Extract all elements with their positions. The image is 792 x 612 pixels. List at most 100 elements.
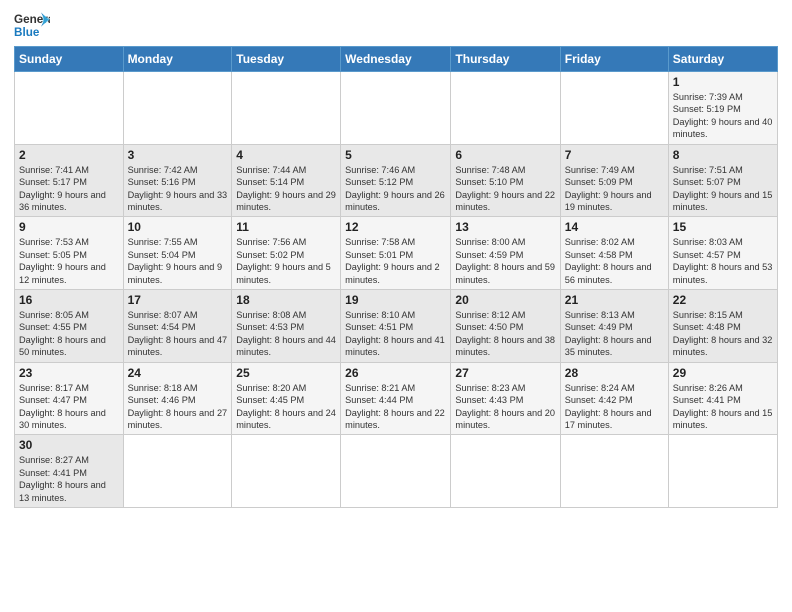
day-cell: 21 Sunrise: 8:13 AM Sunset: 4:49 PM Dayli… <box>560 290 668 363</box>
day-cell: 26 Sunrise: 8:21 AM Sunset: 4:44 PM Dayli… <box>341 362 451 435</box>
day-info: Sunrise: 8:00 AM Sunset: 4:59 PM Dayligh… <box>455 236 555 286</box>
day-info: Sunrise: 7:42 AM Sunset: 5:16 PM Dayligh… <box>128 164 228 214</box>
day-number: 9 <box>19 220 119 234</box>
day-number: 20 <box>455 293 555 307</box>
day-cell <box>451 435 560 508</box>
day-number: 25 <box>236 366 336 380</box>
day-info: Sunrise: 8:18 AM Sunset: 4:46 PM Dayligh… <box>128 382 228 432</box>
day-number: 29 <box>673 366 773 380</box>
day-number: 11 <box>236 220 336 234</box>
day-cell <box>560 72 668 145</box>
day-info: Sunrise: 7:46 AM Sunset: 5:12 PM Dayligh… <box>345 164 446 214</box>
weekday-header-monday: Monday <box>123 47 232 72</box>
day-cell: 13 Sunrise: 8:00 AM Sunset: 4:59 PM Dayli… <box>451 217 560 290</box>
day-info: Sunrise: 7:58 AM Sunset: 5:01 PM Dayligh… <box>345 236 446 286</box>
day-number: 6 <box>455 148 555 162</box>
day-cell <box>560 435 668 508</box>
day-cell <box>668 435 777 508</box>
day-number: 30 <box>19 438 119 452</box>
day-number: 17 <box>128 293 228 307</box>
day-cell <box>451 72 560 145</box>
day-number: 18 <box>236 293 336 307</box>
day-info: Sunrise: 7:39 AM Sunset: 5:19 PM Dayligh… <box>673 91 773 141</box>
logo: General Blue <box>14 10 50 40</box>
week-row-5: 30 Sunrise: 8:27 AM Sunset: 4:41 PM Dayli… <box>15 435 778 508</box>
day-cell <box>123 72 232 145</box>
weekday-header-thursday: Thursday <box>451 47 560 72</box>
day-number: 24 <box>128 366 228 380</box>
day-info: Sunrise: 7:44 AM Sunset: 5:14 PM Dayligh… <box>236 164 336 214</box>
day-cell: 14 Sunrise: 8:02 AM Sunset: 4:58 PM Dayli… <box>560 217 668 290</box>
day-number: 26 <box>345 366 446 380</box>
weekday-header-tuesday: Tuesday <box>232 47 341 72</box>
day-info: Sunrise: 8:21 AM Sunset: 4:44 PM Dayligh… <box>345 382 446 432</box>
week-row-0: 1 Sunrise: 7:39 AM Sunset: 5:19 PM Daylig… <box>15 72 778 145</box>
weekday-header-saturday: Saturday <box>668 47 777 72</box>
day-number: 15 <box>673 220 773 234</box>
day-info: Sunrise: 7:51 AM Sunset: 5:07 PM Dayligh… <box>673 164 773 214</box>
day-cell: 18Sunrise: 8:08 AM Sunset: 4:53 PM Dayli… <box>232 290 341 363</box>
day-cell: 27 Sunrise: 8:23 AM Sunset: 4:43 PM Dayli… <box>451 362 560 435</box>
day-info: Sunrise: 7:55 AM Sunset: 5:04 PM Dayligh… <box>128 236 228 286</box>
day-number: 23 <box>19 366 119 380</box>
day-number: 21 <box>565 293 664 307</box>
day-cell: 2 Sunrise: 7:41 AM Sunset: 5:17 PM Daylig… <box>15 144 124 217</box>
weekday-header-sunday: Sunday <box>15 47 124 72</box>
generalblue-logo-icon: General Blue <box>14 10 50 40</box>
day-info: Sunrise: 8:05 AM Sunset: 4:55 PM Dayligh… <box>19 309 119 359</box>
day-cell: 9Sunrise: 7:53 AM Sunset: 5:05 PM Daylig… <box>15 217 124 290</box>
day-cell: 1 Sunrise: 7:39 AM Sunset: 5:19 PM Daylig… <box>668 72 777 145</box>
weekday-header-wednesday: Wednesday <box>341 47 451 72</box>
day-number: 10 <box>128 220 228 234</box>
day-cell <box>232 435 341 508</box>
day-number: 4 <box>236 148 336 162</box>
day-number: 7 <box>565 148 664 162</box>
day-info: Sunrise: 8:10 AM Sunset: 4:51 PM Dayligh… <box>345 309 446 359</box>
day-number: 3 <box>128 148 228 162</box>
day-cell: 10 Sunrise: 7:55 AM Sunset: 5:04 PM Dayli… <box>123 217 232 290</box>
day-number: 19 <box>345 293 446 307</box>
day-info: Sunrise: 7:41 AM Sunset: 5:17 PM Dayligh… <box>19 164 119 214</box>
day-cell: 22 Sunrise: 8:15 AM Sunset: 4:48 PM Dayli… <box>668 290 777 363</box>
day-info: Sunrise: 8:07 AM Sunset: 4:54 PM Dayligh… <box>128 309 228 359</box>
day-info: Sunrise: 8:23 AM Sunset: 4:43 PM Dayligh… <box>455 382 555 432</box>
day-number: 13 <box>455 220 555 234</box>
day-number: 2 <box>19 148 119 162</box>
day-number: 16 <box>19 293 119 307</box>
day-number: 22 <box>673 293 773 307</box>
day-cell: 11 Sunrise: 7:56 AM Sunset: 5:02 PM Dayli… <box>232 217 341 290</box>
day-cell: 5 Sunrise: 7:46 AM Sunset: 5:12 PM Daylig… <box>341 144 451 217</box>
day-cell <box>341 72 451 145</box>
day-number: 1 <box>673 75 773 89</box>
day-info: Sunrise: 7:56 AM Sunset: 5:02 PM Dayligh… <box>236 236 336 286</box>
day-cell: 23 Sunrise: 8:17 AM Sunset: 4:47 PM Dayli… <box>15 362 124 435</box>
svg-text:Blue: Blue <box>14 26 40 39</box>
day-cell: 6 Sunrise: 7:48 AM Sunset: 5:10 PM Daylig… <box>451 144 560 217</box>
day-number: 28 <box>565 366 664 380</box>
page: General Blue SundayMondayTuesdayWednesda… <box>0 0 792 612</box>
header-area: General Blue <box>14 10 778 40</box>
day-number: 12 <box>345 220 446 234</box>
weekday-header-row: SundayMondayTuesdayWednesdayThursdayFrid… <box>15 47 778 72</box>
day-number: 27 <box>455 366 555 380</box>
day-info: Sunrise: 7:48 AM Sunset: 5:10 PM Dayligh… <box>455 164 555 214</box>
day-info: Sunrise: 8:26 AM Sunset: 4:41 PM Dayligh… <box>673 382 773 432</box>
day-info: Sunrise: 8:13 AM Sunset: 4:49 PM Dayligh… <box>565 309 664 359</box>
calendar-table: SundayMondayTuesdayWednesdayThursdayFrid… <box>14 46 778 508</box>
day-cell: 4 Sunrise: 7:44 AM Sunset: 5:14 PM Daylig… <box>232 144 341 217</box>
day-info: Sunrise: 8:20 AM Sunset: 4:45 PM Dayligh… <box>236 382 336 432</box>
day-info: Sunrise: 7:49 AM Sunset: 5:09 PM Dayligh… <box>565 164 664 214</box>
day-cell: 29 Sunrise: 8:26 AM Sunset: 4:41 PM Dayli… <box>668 362 777 435</box>
day-info: Sunrise: 8:15 AM Sunset: 4:48 PM Dayligh… <box>673 309 773 359</box>
day-info: Sunrise: 8:02 AM Sunset: 4:58 PM Dayligh… <box>565 236 664 286</box>
day-number: 14 <box>565 220 664 234</box>
day-info: Sunrise: 8:17 AM Sunset: 4:47 PM Dayligh… <box>19 382 119 432</box>
week-row-3: 16 Sunrise: 8:05 AM Sunset: 4:55 PM Dayli… <box>15 290 778 363</box>
day-cell: 8Sunrise: 7:51 AM Sunset: 5:07 PM Daylig… <box>668 144 777 217</box>
day-cell: 25 Sunrise: 8:20 AM Sunset: 4:45 PM Dayli… <box>232 362 341 435</box>
day-cell: 30 Sunrise: 8:27 AM Sunset: 4:41 PM Dayli… <box>15 435 124 508</box>
calendar-body: 1 Sunrise: 7:39 AM Sunset: 5:19 PM Daylig… <box>15 72 778 508</box>
day-info: Sunrise: 8:12 AM Sunset: 4:50 PM Dayligh… <box>455 309 555 359</box>
day-number: 5 <box>345 148 446 162</box>
day-info: Sunrise: 8:27 AM Sunset: 4:41 PM Dayligh… <box>19 454 119 504</box>
